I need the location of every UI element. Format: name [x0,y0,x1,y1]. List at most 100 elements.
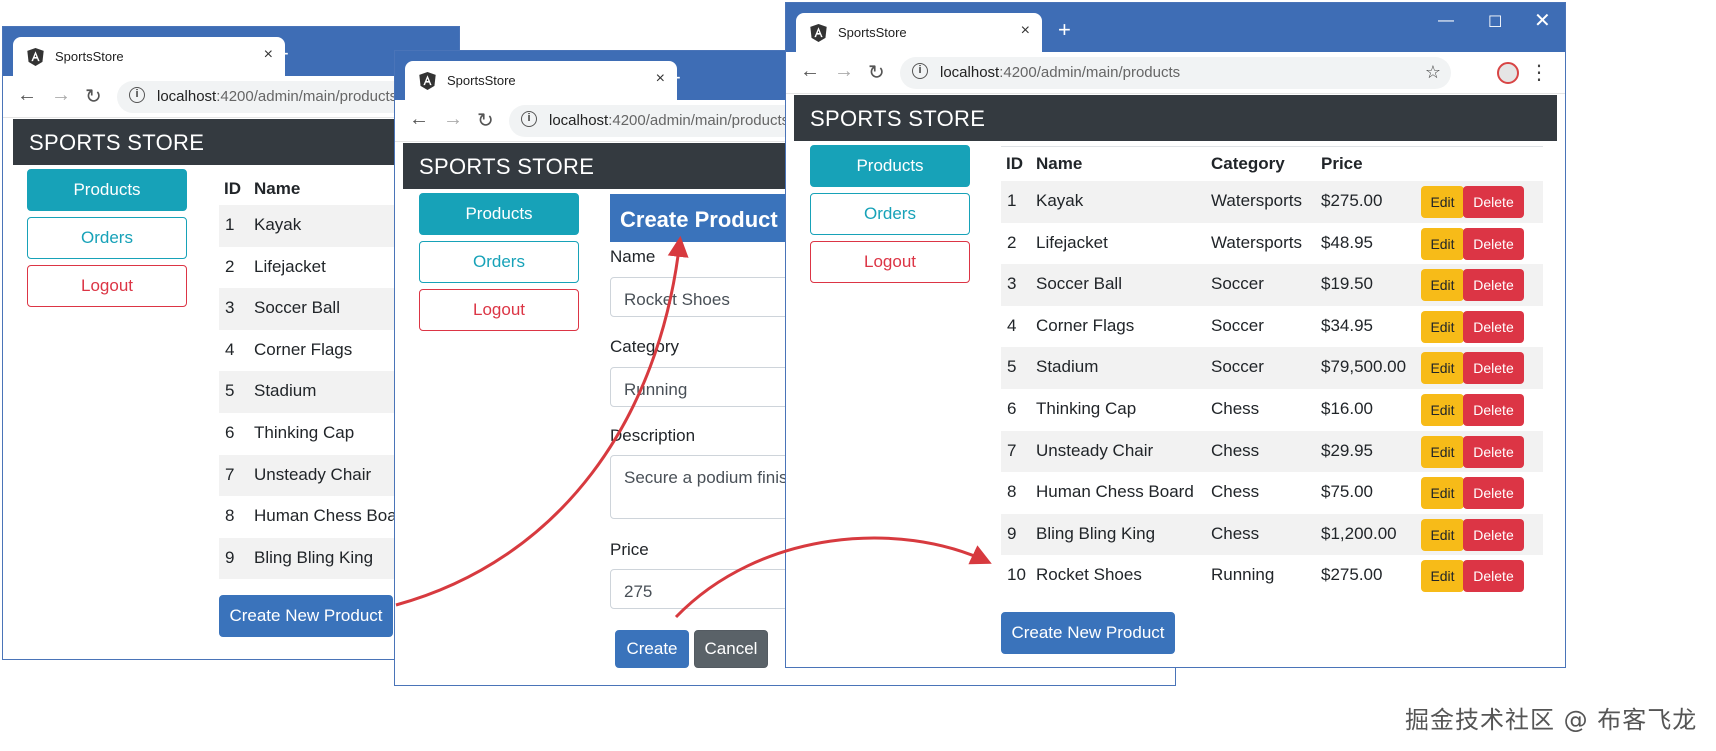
create-new-product-button[interactable]: Create New Product [1001,612,1175,654]
table-row: 6 Thinking Cap Chess $16.00 Edit Delete [1001,389,1543,431]
cell-id: 6 [1007,399,1017,418]
cell-price: $275.00 [1321,191,1383,210]
edit-button[interactable]: Edit [1421,477,1464,510]
browser-tab[interactable]: SportsStore × [405,61,677,100]
close-tab-icon[interactable]: × [656,70,665,88]
close-tab-icon[interactable]: × [264,46,273,64]
new-tab-button[interactable]: + [276,41,289,67]
orders-nav-button[interactable]: Orders [810,193,970,235]
new-tab-button[interactable]: + [668,65,681,91]
forward-arrow-icon[interactable]: → [51,84,71,107]
category-label: Category [610,337,679,356]
table-body: 1 Kayak Watersports $275.00 Edit Delete 2 Lifej… [1001,181,1543,601]
cell-category: Watersports [1211,191,1303,210]
edit-button[interactable]: Edit [1421,352,1464,385]
url-path: :4200/admin/main/products [999,64,1181,81]
logout-nav-button[interactable]: Logout [419,289,579,331]
products-nav-button[interactable]: Products [810,145,970,187]
tab-strip: SportsStore × + — ☐ ✕ [786,3,1565,52]
cell-category: Soccer [1211,357,1264,377]
orders-nav-button[interactable]: Orders [27,217,187,259]
category-input[interactable]: Running [610,367,800,407]
logout-nav-button[interactable]: Logout [810,241,970,283]
cell-category: Soccer [1211,274,1264,294]
new-tab-button[interactable]: + [1058,17,1071,43]
delete-button[interactable]: Delete [1463,435,1524,468]
cell-price: $275.00 [1321,565,1383,585]
cell-id: 4 [225,339,235,359]
header-id: ID [224,179,241,198]
edit-button[interactable]: Edit [1421,227,1464,260]
description-textarea[interactable]: Secure a podium finish [610,455,800,519]
edit-button[interactable]: Edit [1421,186,1464,218]
name-input[interactable]: Rocket Shoes [610,277,800,317]
orders-nav-button[interactable]: Orders [419,241,579,283]
cell-id: 1 [225,215,235,234]
cell-id: 10 [1007,565,1026,585]
delete-button[interactable]: Delete [1463,477,1524,510]
cell-id: 8 [225,506,235,526]
create-button[interactable]: Create [615,630,689,668]
reload-icon[interactable]: ↻ [868,60,885,85]
url-field[interactable]: i localhost:4200/admin/main/products ☆ [900,57,1451,89]
cell-id: 7 [225,464,235,484]
forward-arrow-icon[interactable]: → [443,108,463,131]
info-icon[interactable]: i [129,87,145,103]
table-top-border [1001,146,1543,147]
cell-id: 4 [1007,315,1017,335]
close-window-icon[interactable]: ✕ [1534,8,1551,33]
reload-icon[interactable]: ↻ [477,108,494,133]
cell-name: Soccer Ball [254,298,340,318]
maximize-icon[interactable]: ☐ [1488,12,1502,32]
cell-name: Stadium [1036,357,1099,377]
price-input[interactable]: 275 [610,569,800,609]
edit-button[interactable]: Edit [1421,435,1464,468]
table-row: 3 Soccer Ball Soccer $19.50 Edit Delete [1001,264,1543,306]
minimize-icon[interactable]: — [1438,12,1454,30]
products-nav-button[interactable]: Products [27,169,187,211]
app-navbar: SPORTS STORE [794,95,1557,141]
cell-id: 9 [1007,523,1017,543]
edit-button[interactable]: Edit [1421,310,1464,343]
extension-icon[interactable] [1497,62,1519,84]
header-name: Name [254,179,301,198]
edit-button[interactable]: Edit [1421,560,1464,593]
table-row: 5 Stadium Soccer $79,500.00 Edit Delete [1001,347,1543,389]
edit-button[interactable]: Edit [1421,518,1464,551]
create-new-product-button[interactable]: Create New Product [219,595,393,637]
brand-title: SPORTS STORE [29,130,205,155]
delete-button[interactable]: Delete [1463,310,1524,343]
back-arrow-icon[interactable]: ← [409,108,429,131]
edit-button[interactable]: Edit [1421,269,1464,302]
header-id: ID [1006,154,1023,173]
back-arrow-icon[interactable]: ← [17,84,37,107]
browser-tab[interactable]: SportsStore × [13,37,285,76]
address-bar: ← → ↻ i localhost:4200/admin/main/produc… [3,76,459,118]
delete-button[interactable]: Delete [1463,227,1524,260]
reload-icon[interactable]: ↻ [85,84,102,109]
cancel-button[interactable]: Cancel [694,630,768,668]
address-bar: ← → ↻ i localhost:4200/admin/main/produc… [786,52,1565,94]
products-nav-button[interactable]: Products [419,193,579,235]
logout-nav-button[interactable]: Logout [27,265,187,307]
brand-title: SPORTS STORE [419,154,595,179]
info-icon[interactable]: i [521,111,537,127]
delete-button[interactable]: Delete [1463,269,1524,302]
close-tab-icon[interactable]: × [1021,22,1030,40]
delete-button[interactable]: Delete [1463,186,1524,218]
delete-button[interactable]: Delete [1463,518,1524,551]
bookmark-star-icon[interactable]: ☆ [1425,62,1441,83]
cell-category: Watersports [1211,232,1303,252]
cell-category: Chess [1211,399,1260,418]
browser-tab[interactable]: SportsStore × [796,13,1042,52]
info-icon[interactable]: i [912,63,928,79]
edit-button[interactable]: Edit [1421,394,1464,426]
delete-button[interactable]: Delete [1463,560,1524,593]
delete-button[interactable]: Delete [1463,394,1524,426]
back-arrow-icon[interactable]: ← [800,60,820,83]
menu-kebab-icon[interactable]: ⋮ [1529,60,1549,85]
forward-arrow-icon[interactable]: → [834,60,854,83]
cell-price: $16.00 [1321,399,1373,418]
delete-button[interactable]: Delete [1463,352,1524,385]
cell-category: Chess [1211,440,1260,460]
